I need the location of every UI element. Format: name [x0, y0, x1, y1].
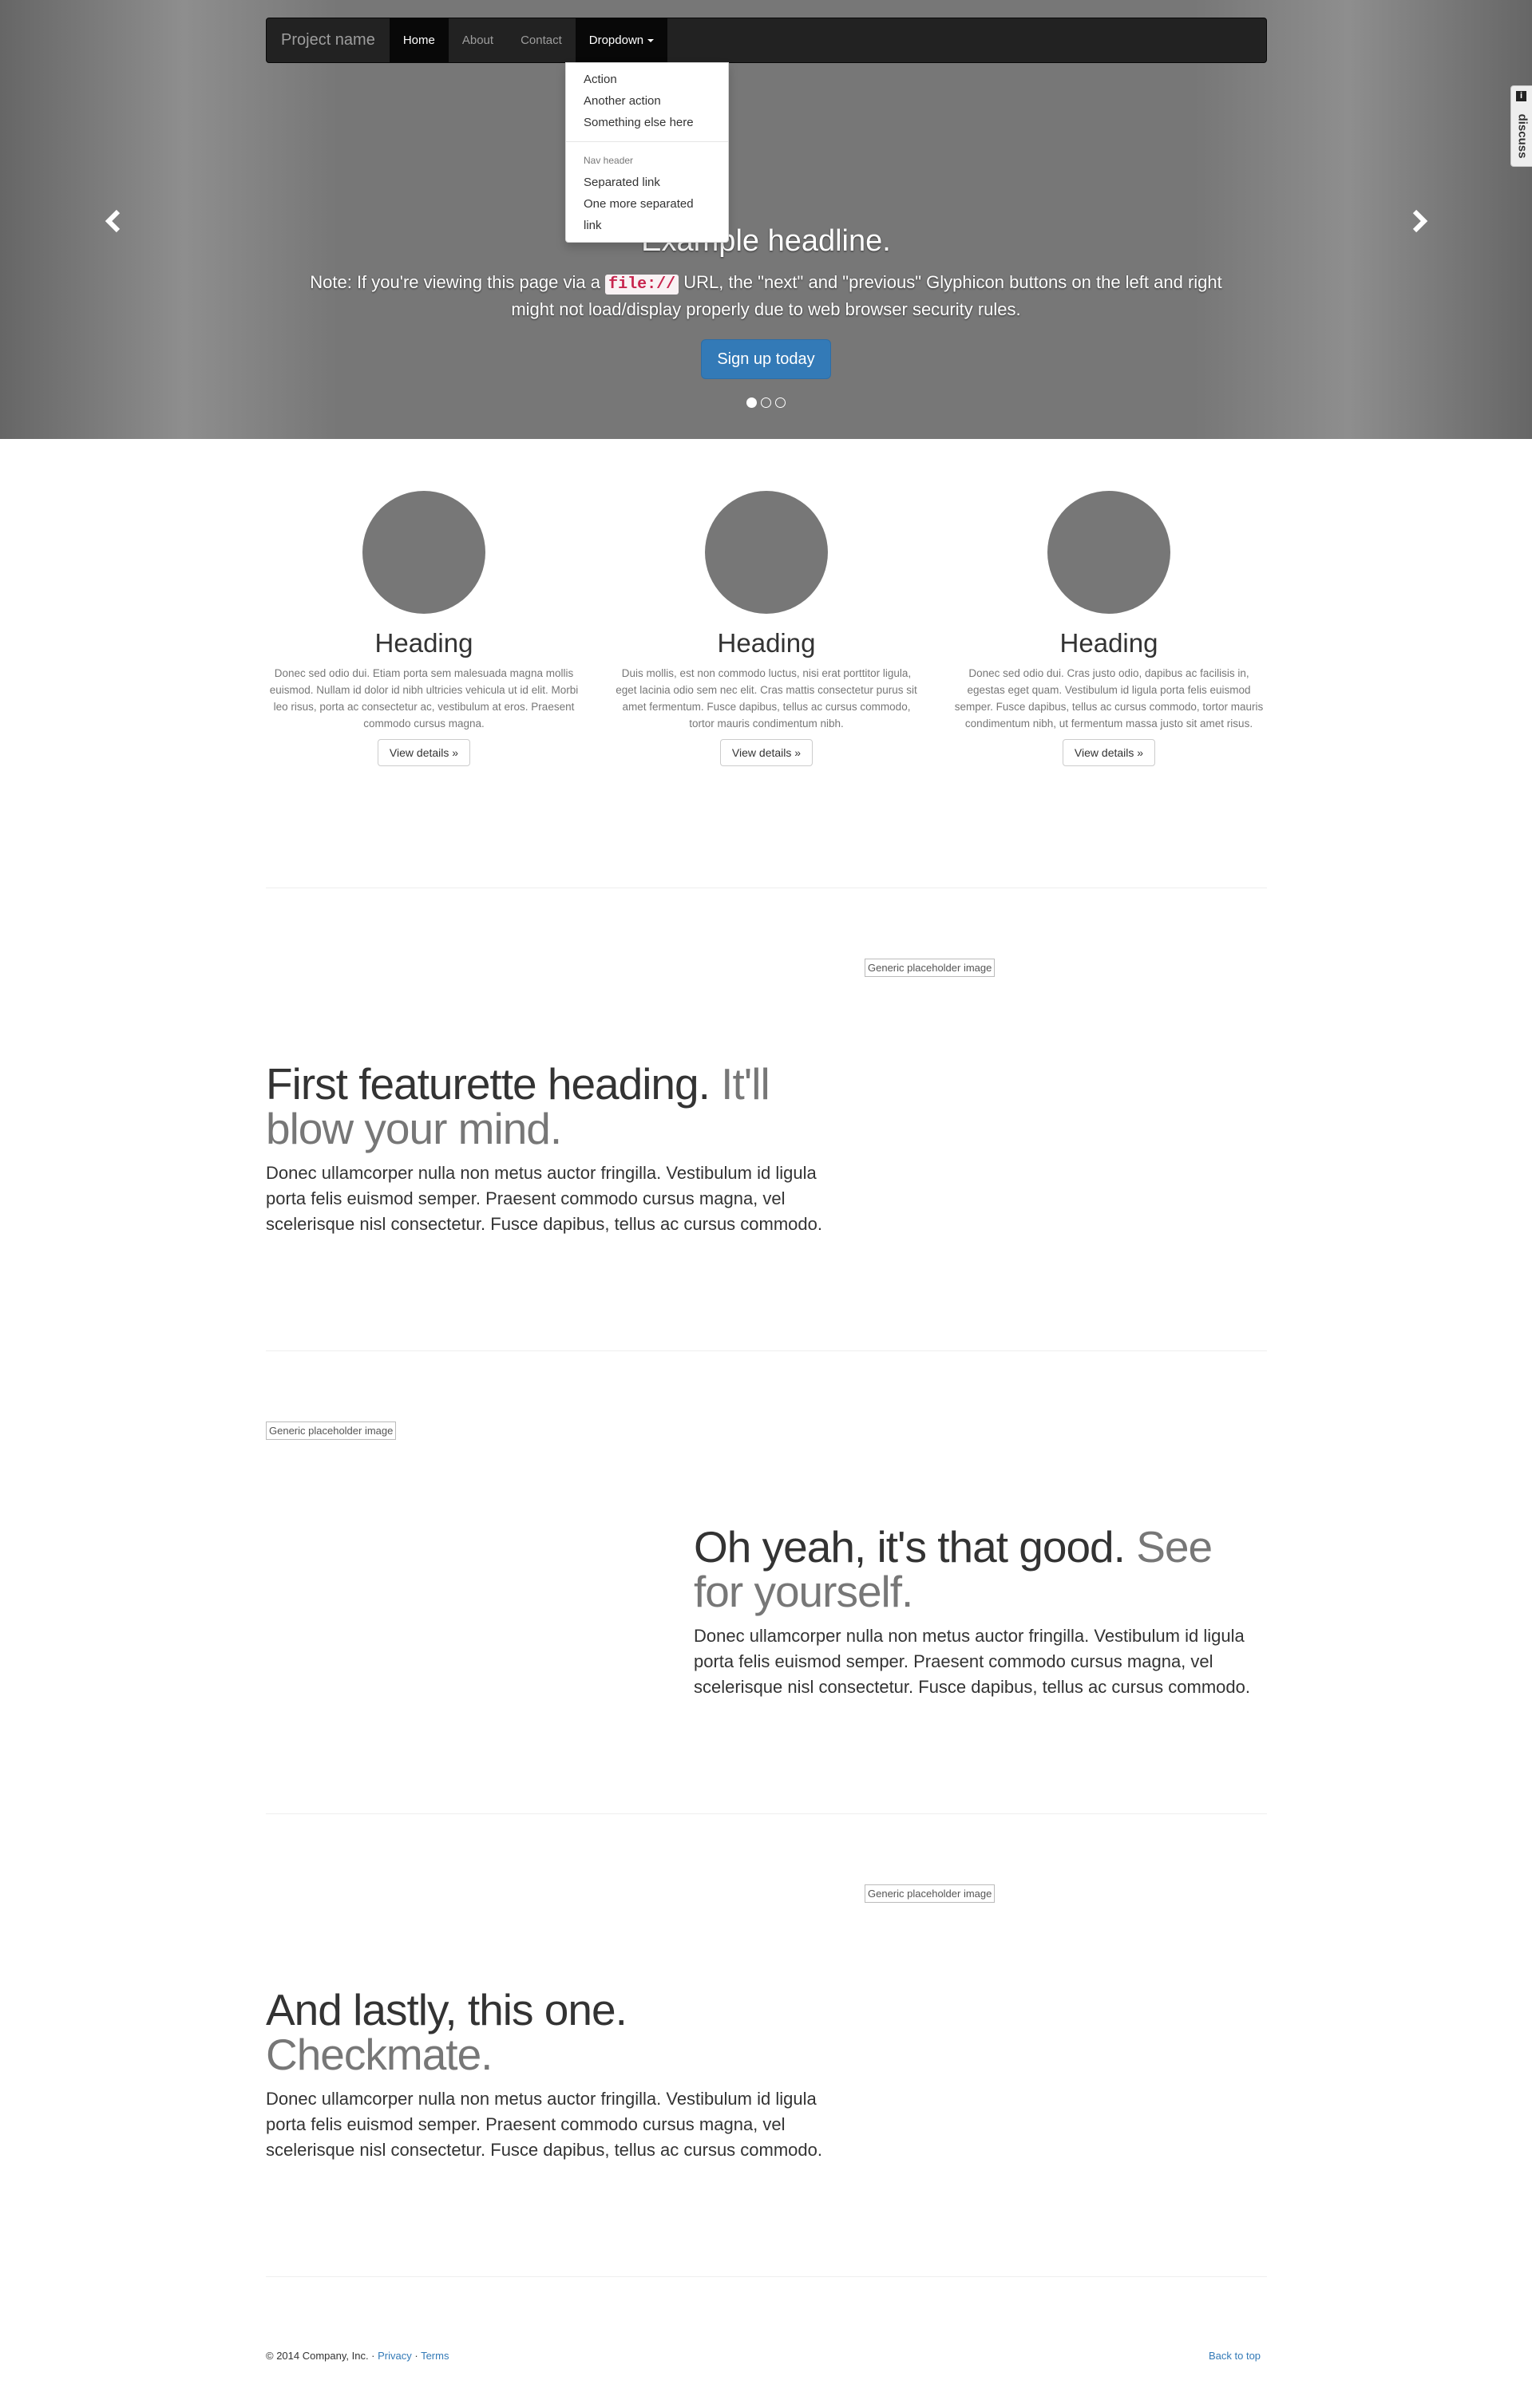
carousel-caption: Example headline. Note: If you're viewin…	[0, 223, 1532, 379]
navbar-brand[interactable]: Project name	[267, 18, 390, 62]
marketing-column-1: Heading Donec sed odio dui. Etiam porta …	[268, 491, 580, 766]
view-details-button[interactable]: View details »	[719, 739, 814, 766]
featurette-text: Donec ullamcorper nulla non metus auctor…	[266, 2089, 822, 2160]
discuss-tab[interactable]: i discuss	[1510, 85, 1532, 167]
column-text: Donec sed odio dui. Etiam porta sem male…	[269, 667, 579, 730]
dropdown-menu: Action Another action Something else her…	[565, 62, 729, 243]
featurette-divider	[266, 1813, 1267, 1814]
footer-copyright-text: © 2014 Company, Inc. ·	[266, 2350, 378, 2362]
info-icon: i	[1516, 91, 1526, 101]
featurette-divider	[266, 1350, 1267, 1351]
footer-copyright: © 2014 Company, Inc. · Privacy · Terms	[266, 2348, 449, 2364]
footer-privacy-link[interactable]: Privacy	[378, 2350, 412, 2362]
carousel: Example headline. Note: If you're viewin…	[0, 0, 1532, 439]
signup-button[interactable]: Sign up today	[701, 339, 831, 379]
discuss-label: discuss	[1515, 113, 1530, 159]
carousel-indicator-2[interactable]	[761, 397, 771, 408]
view-details-button[interactable]: View details »	[1062, 739, 1156, 766]
featurette-image: Generic placeholder image	[865, 959, 996, 977]
featurette-heading-muted: Checkmate.	[266, 2030, 493, 2079]
carousel-indicators	[0, 397, 1532, 408]
back-to-top-link[interactable]: Back to top	[1209, 2348, 1261, 2364]
dropdown-item-action[interactable]: Action	[566, 69, 728, 90]
dropdown-divider	[566, 141, 728, 142]
carousel-indicator-1[interactable]	[746, 397, 757, 408]
featurette-image: Generic placeholder image	[865, 1884, 996, 1903]
marketing-column-3: Heading Donec sed odio dui. Cras justo o…	[953, 491, 1265, 766]
dropdown-item-one-more-separated-link[interactable]: One more separated link	[566, 193, 728, 236]
carousel-note: Note: If you're viewing this page via a …	[307, 270, 1225, 322]
featurette-heading-main: And lastly, this one.	[266, 1985, 627, 2034]
nav-contact[interactable]: Contact	[507, 18, 576, 62]
carousel-note-code: file://	[605, 275, 679, 295]
column-heading: Heading	[374, 628, 473, 658]
column-text: Donec sed odio dui. Cras justo odio, dap…	[954, 667, 1264, 730]
view-details-button[interactable]: View details »	[377, 739, 471, 766]
column-heading: Heading	[717, 628, 816, 658]
navbar: Project name Home About Contact Dropdown	[266, 18, 1267, 63]
featurette-heading: First featurette heading. It'll blow you…	[266, 1062, 841, 1151]
nav-dropdown-label: Dropdown	[588, 34, 644, 47]
dropdown-item-another-action[interactable]: Another action	[566, 90, 728, 112]
featurette-heading: Oh yeah, it's that good. See for yoursel…	[694, 1524, 1269, 1614]
caret-down-icon	[647, 39, 655, 43]
featurette-heading: And lastly, this one. Checkmate.	[266, 1987, 841, 2077]
featurette-divider	[266, 2276, 1267, 2277]
column-heading: Heading	[1059, 628, 1158, 658]
carousel-note-start: Note: If you're viewing this page via a	[310, 272, 606, 292]
dropdown-header: Nav header	[584, 155, 634, 166]
featurette-heading-main: First featurette heading.	[266, 1059, 711, 1109]
featurette-heading-main: Oh yeah, it's that good.	[694, 1522, 1126, 1572]
column-image-placeholder	[362, 491, 485, 614]
column-text: Duis mollis, est non commodo luctus, nis…	[616, 667, 917, 730]
featurette-text: Donec ullamcorper nulla non metus auctor…	[266, 1163, 822, 1234]
footer-terms-link[interactable]: Terms	[421, 2350, 449, 2362]
nav-about[interactable]: About	[449, 18, 507, 62]
marketing-column-2: Heading Duis mollis, est non commodo luc…	[611, 491, 922, 766]
featurette-text: Donec ullamcorper nulla non metus auctor…	[694, 1626, 1250, 1697]
nav-dropdown-toggle[interactable]: Dropdown	[575, 18, 668, 62]
dropdown-item-something-else[interactable]: Something else here	[566, 112, 728, 133]
dropdown-item-separated-link[interactable]: Separated link	[566, 172, 728, 193]
carousel-headline: Example headline.	[641, 224, 891, 258]
carousel-indicator-3[interactable]	[775, 397, 786, 408]
footer-separator: ·	[411, 2350, 422, 2362]
column-image-placeholder	[1047, 491, 1170, 614]
column-image-placeholder	[705, 491, 828, 614]
nav-home[interactable]: Home	[389, 18, 449, 62]
featurette-image: Generic placeholder image	[266, 1421, 397, 1440]
